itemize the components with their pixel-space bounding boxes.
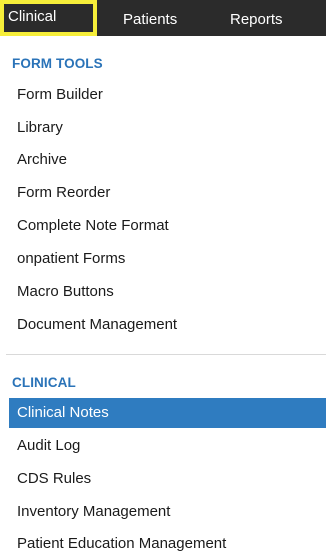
menu-item-inventory-management[interactable]: Inventory Management [0,497,326,527]
menu-item-archive[interactable]: Archive [0,145,326,175]
menu-item-document-management[interactable]: Document Management [0,310,326,340]
menu-item-patient-education-management[interactable]: Patient Education Management [0,529,326,559]
section-title-form-tools: FORM TOOLS [12,56,103,71]
menu-item-audit-log[interactable]: Audit Log [0,431,326,461]
tab-patients[interactable]: Patients [123,6,177,36]
menu-item-complete-note-format[interactable]: Complete Note Format [0,211,326,241]
menu-item-onpatient-forms[interactable]: onpatient Forms [0,244,326,274]
menu-item-cds-rules[interactable]: CDS Rules [0,464,326,494]
menu-item-form-builder[interactable]: Form Builder [0,80,326,110]
top-navigation-bar: Clinical Patients Reports [0,0,326,36]
menu-item-clinical-notes[interactable]: Clinical Notes [9,398,326,428]
tab-clinical-label: Clinical [4,4,93,32]
section-title-clinical: CLINICAL [12,375,76,390]
menu-item-library[interactable]: Library [0,113,326,143]
menu-item-form-reorder[interactable]: Form Reorder [0,178,326,208]
menu-item-macro-buttons[interactable]: Macro Buttons [0,277,326,307]
tab-clinical[interactable]: Clinical [0,0,97,36]
tab-reports[interactable]: Reports [230,6,283,36]
section-divider [6,354,326,355]
